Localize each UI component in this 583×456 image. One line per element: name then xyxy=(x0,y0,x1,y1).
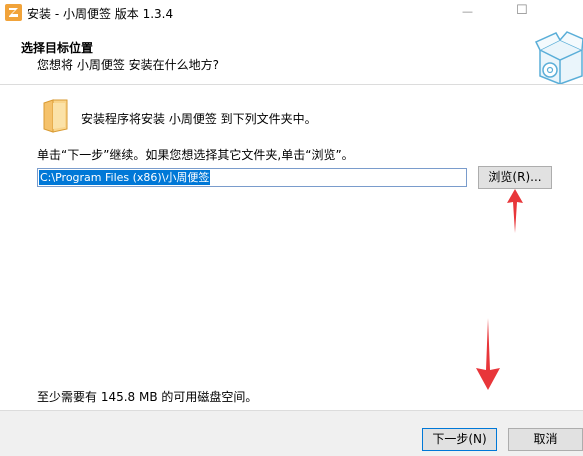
installer-window: 安装 - 小周便签 版本 1.3.4 — ☐ 选择目标位置 您想将 小周便签 安… xyxy=(0,0,583,456)
minimize-button[interactable]: — xyxy=(445,0,491,26)
maximize-icon: ☐ xyxy=(516,3,528,18)
folder-icon xyxy=(43,99,68,133)
browse-button[interactable]: 浏览(R)... xyxy=(478,166,552,189)
next-button[interactable]: 下一步(N) xyxy=(422,428,497,451)
page-title: 选择目标位置 xyxy=(21,41,94,55)
annotation-arrow-down-icon xyxy=(476,318,500,390)
instruction-text: 单击“下一步”继续。如果您想选择其它文件夹,单击“浏览”。 xyxy=(37,148,354,162)
install-dir-text: 安装程序将安装 小周便签 到下列文件夹中。 xyxy=(81,112,317,126)
page-subtitle: 您想将 小周便签 安装在什么地方? xyxy=(37,58,219,72)
install-path-value[interactable]: C:\Program Files (x86)\小周便签 xyxy=(39,170,211,185)
app-logo-icon xyxy=(5,4,22,21)
annotation-arrow-up-icon xyxy=(507,189,523,233)
window-title: 安装 - 小周便签 版本 1.3.4 xyxy=(27,7,174,21)
maximize-button[interactable]: ☐ xyxy=(500,0,546,26)
title-bar: 安装 - 小周便签 版本 1.3.4 — ☐ xyxy=(0,0,583,26)
cancel-button[interactable]: 取消 xyxy=(508,428,583,451)
wizard-header: 选择目标位置 您想将 小周便签 安装在什么地方? xyxy=(0,26,583,85)
disk-space-text: 至少需要有 145.8 MB 的可用磁盘空间。 xyxy=(37,390,258,404)
wizard-footer: 下一步(N) 取消 xyxy=(0,410,583,456)
minimize-icon: — xyxy=(462,5,473,18)
install-box-icon xyxy=(534,31,583,84)
